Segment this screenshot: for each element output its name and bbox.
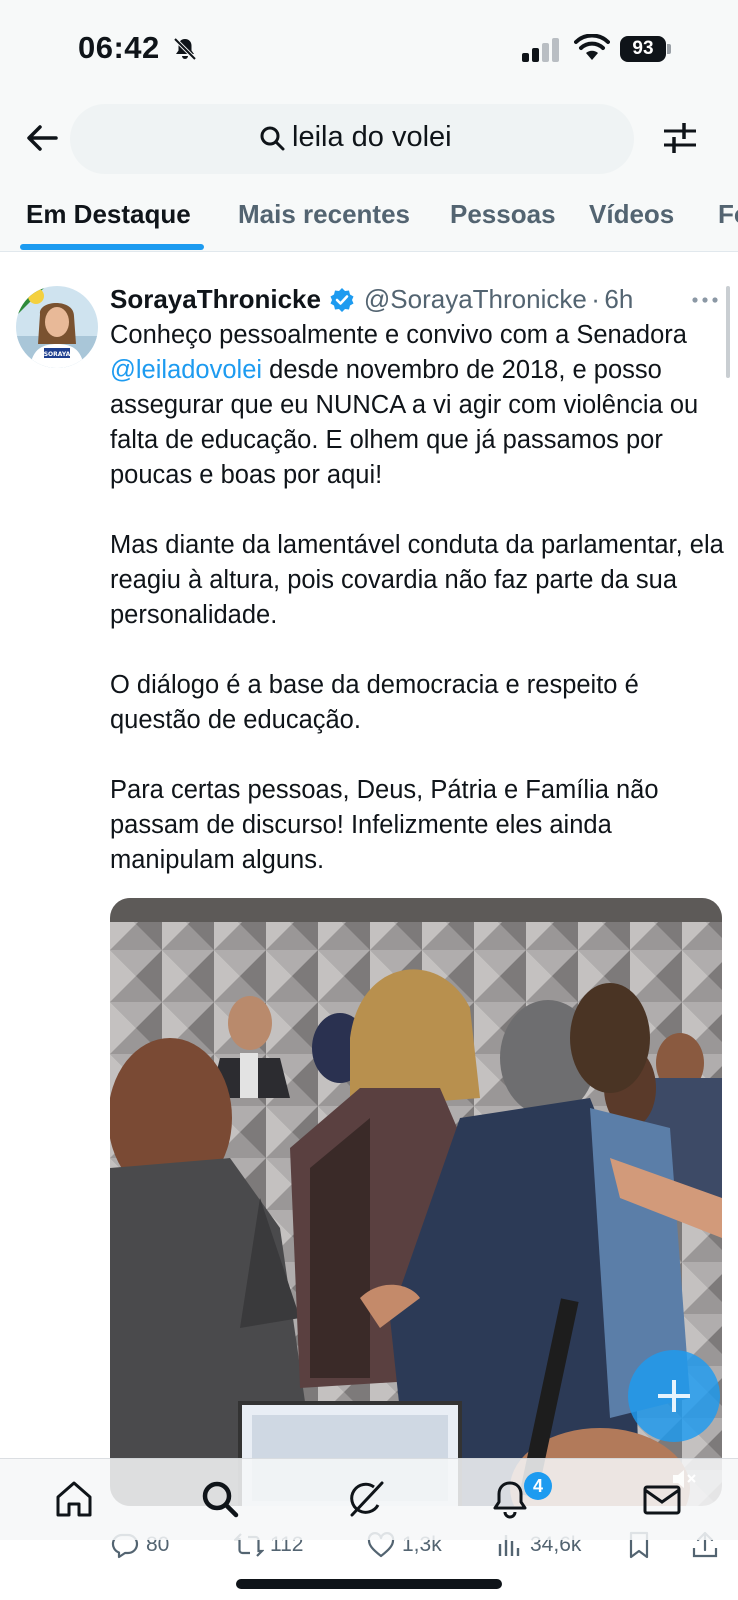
home-indicator [236,1579,502,1589]
tweet-paragraph-2: Mas diante da lamentável conduta da parl… [110,531,724,629]
tweet-paragraph-4: Para certas pessoas, Deus, Pátria e Famí… [110,776,659,874]
mute-icon[interactable] [670,1466,698,1492]
tweet-text-segment: Conheço pessoalmente e convivo com a Sen… [110,321,687,349]
user-handle[interactable]: @SorayaThronicke [364,284,587,314]
tab-em-destaque[interactable]: Em Destaque [26,199,191,230]
compose-button[interactable] [628,1350,720,1442]
search-icon [260,126,285,151]
battery-indicator: 93 [620,36,672,62]
avatar[interactable]: SORAYA [16,286,98,368]
battery-level: 93 [620,36,666,62]
tab-mais-recentes[interactable]: Mais recentes [238,199,410,230]
notifications-badge: 4 [524,1472,552,1500]
display-name[interactable]: SorayaThronicke [110,284,321,314]
wifi-icon [574,34,610,60]
search-input[interactable]: leila do volei [70,104,634,174]
status-time: 06:42 [78,30,160,65]
bottom-nav [0,1458,738,1540]
battery-tip [667,44,671,54]
avatar-photo: SORAYA [16,286,98,368]
search-query: leila do volei [292,121,452,153]
tweet-paragraph-3: O diálogo é a base da democracia e respe… [110,671,639,734]
scrollbar[interactable] [726,286,730,378]
mention-link[interactable]: @leiladovolei [110,356,262,384]
home-icon[interactable] [52,1477,96,1521]
search-nav-icon[interactable] [198,1477,242,1521]
filter-icon[interactable] [660,118,700,158]
bell-off-icon [173,37,197,61]
search-header: leila do volei [0,100,738,182]
dot-separator: · [591,284,600,314]
cell-signal-icon [522,38,559,62]
tweet-video[interactable] [110,898,722,1506]
search-tabs: Em Destaque Mais recentes Pessoas Vídeos… [0,182,738,252]
video-frame [110,898,722,1506]
status-bar: 06:42 93 [0,0,738,100]
verified-badge-icon [330,287,354,312]
more-icon[interactable] [690,290,720,310]
avatar-badge-text: SORAYA [44,351,71,358]
tweet-text: Conheço pessoalmente e convivo com a Sen… [110,318,726,878]
back-arrow-icon[interactable] [22,118,62,158]
tab-pessoas[interactable]: Pessoas [450,199,556,230]
tweet-time[interactable]: 6h [604,284,633,314]
tweet-paragraph-1: Conheço pessoalmente e convivo com a Sen… [110,318,726,493]
plus-icon-vertical [672,1380,676,1412]
tweet-header: SorayaThronicke @SorayaThronicke · 6h [110,284,633,320]
tab-partial[interactable]: Fo [718,199,738,230]
grok-icon[interactable] [344,1477,388,1521]
tab-videos[interactable]: Vídeos [589,199,674,230]
active-tab-indicator [20,244,204,250]
